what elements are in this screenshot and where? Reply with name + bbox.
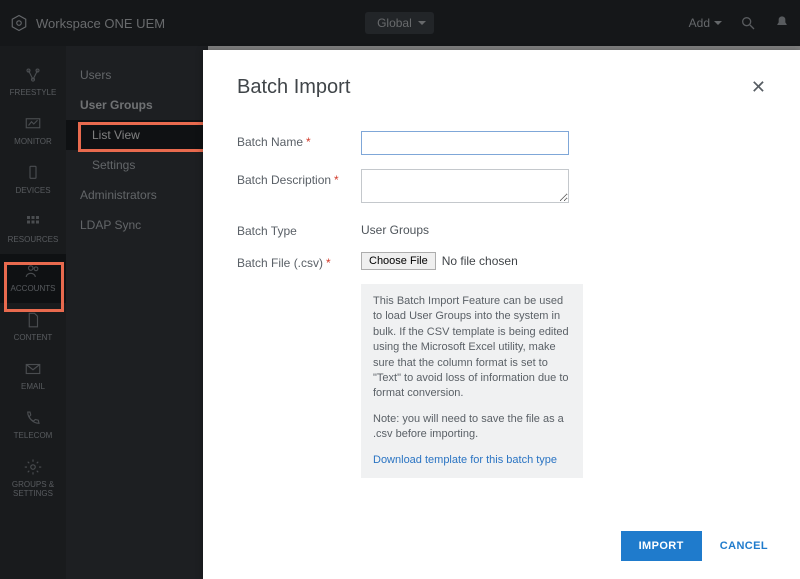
file-chosen-status: No file chosen xyxy=(442,254,518,268)
download-template-link[interactable]: Download template for this batch type xyxy=(373,454,557,466)
label-batch-name: Batch Name* xyxy=(237,131,361,149)
import-button[interactable]: IMPORT xyxy=(621,531,702,561)
label-batch-file: Batch File (.csv)* xyxy=(237,252,361,270)
info-text-1: This Batch Import Feature can be used to… xyxy=(373,294,571,402)
batch-import-modal: Batch Import ✕ Batch Name* Batch Descrip… xyxy=(203,50,800,579)
cancel-button[interactable]: CANCEL xyxy=(720,540,768,552)
label-batch-description: Batch Description* xyxy=(237,169,361,187)
choose-file-button[interactable]: Choose File xyxy=(361,252,436,270)
label-batch-type: Batch Type xyxy=(237,220,361,238)
batch-type-value: User Groups xyxy=(361,220,569,237)
batch-name-input[interactable] xyxy=(361,131,569,155)
info-box: This Batch Import Feature can be used to… xyxy=(361,284,583,478)
info-text-2: Note: you will need to save the file as … xyxy=(373,412,571,443)
batch-description-input[interactable] xyxy=(361,169,569,203)
close-icon[interactable]: ✕ xyxy=(751,77,766,98)
modal-title: Batch Import xyxy=(237,76,350,99)
